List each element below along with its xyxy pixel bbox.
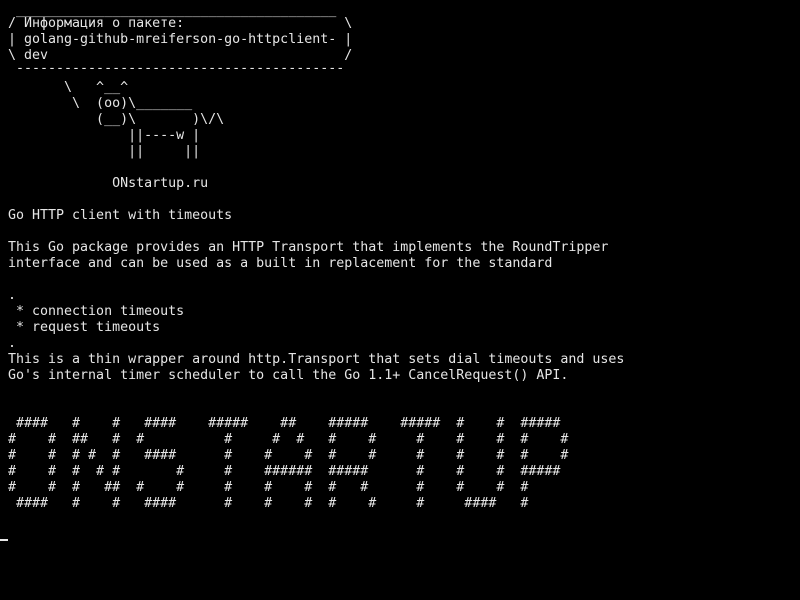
ascii-banner-line: #### # # #### ##### ## ##### ##### # # #… xyxy=(8,416,561,431)
cowsay-bubble-line: / Информация о пакете: \ xyxy=(8,16,353,31)
description-line: This Go package provides an HTTP Transpo… xyxy=(8,240,609,255)
feature-list-item: * connection timeouts xyxy=(8,304,185,319)
description-line: This is a thin wrapper around http.Trans… xyxy=(8,352,625,367)
text-cursor[interactable] xyxy=(0,539,8,541)
cow-ascii-line: ||----w | xyxy=(8,128,201,143)
terminal-window[interactable]: ________________________________________… xyxy=(0,0,800,600)
ascii-banner-line: # # # # # # # ###### ##### # # # ##### xyxy=(8,464,561,479)
cow-ascii-line: || || xyxy=(8,144,201,159)
cowsay-bubble-line: | golang-github-mreiferson-go-httpclient… xyxy=(8,32,353,47)
description-line: interface and can be used as a built in … xyxy=(8,256,553,271)
description-line: . xyxy=(8,288,17,303)
cowsay-bottom-border: ----------------------------------------… xyxy=(8,61,345,76)
feature-list-item: * request timeouts xyxy=(8,320,161,335)
ascii-banner-line: #### # # #### # # # # # # #### # xyxy=(8,496,529,511)
site-credit-text: ONstartup.ru xyxy=(8,176,209,191)
ascii-banner-line: # # # ## # # # # # # # # # # # xyxy=(8,480,529,495)
description-line: Go's internal timer scheduler to call th… xyxy=(8,368,569,383)
cow-ascii-line: \ ^__^ xyxy=(8,80,129,95)
cow-ascii-line: \ (oo)\_______ xyxy=(8,96,193,111)
cow-ascii-line: (__)\ )\/\ xyxy=(8,112,225,127)
package-summary: Go HTTP client with timeouts xyxy=(8,208,233,223)
ascii-banner-line: # # ## # # # # # # # # # # # # xyxy=(8,432,569,447)
description-line: . xyxy=(8,336,17,351)
ascii-banner-line: # # # # # #### # # # # # # # # # # xyxy=(8,448,569,463)
